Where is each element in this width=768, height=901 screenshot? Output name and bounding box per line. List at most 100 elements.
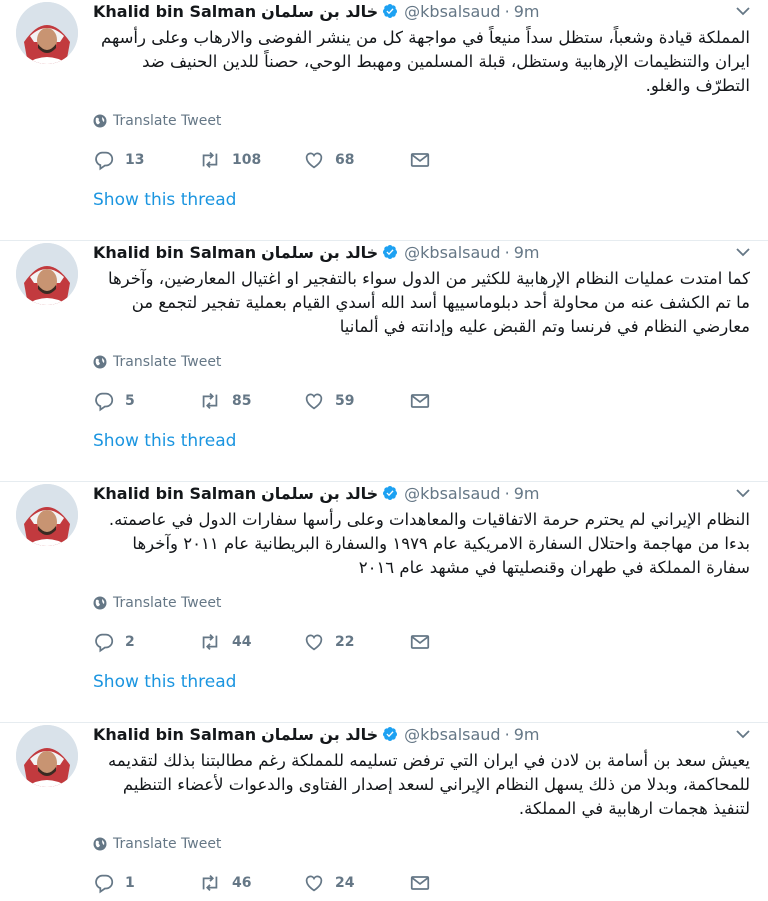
direct-message-icon — [410, 876, 430, 890]
like-icon — [305, 875, 323, 892]
avatar-image — [16, 725, 78, 787]
chevron-down-icon[interactable] — [736, 6, 750, 16]
retweet-button[interactable]: 44 — [198, 631, 251, 653]
retweet-icon — [202, 634, 218, 650]
like-button[interactable]: 68 — [303, 149, 354, 171]
timestamp[interactable]: 9m — [514, 2, 540, 21]
tweet[interactable]: Khalid bin Salman خالد بن سلمان @kbsalsa… — [0, 482, 768, 723]
tweet-text: يعيش سعد بن أسامة بن لادن في ايران التي … — [107, 751, 750, 818]
verified-badge-icon — [383, 727, 398, 741]
translate-tweet-label[interactable]: Translate Tweet — [113, 836, 221, 852]
chevron-down-icon[interactable] — [736, 488, 750, 498]
retweet-button[interactable]: 108 — [198, 149, 261, 171]
globe-icon — [93, 355, 107, 369]
like-icon — [305, 152, 323, 169]
like-icon — [305, 634, 323, 651]
direct-message-icon — [410, 635, 430, 649]
reply-count: 5 — [125, 393, 135, 409]
tweet-header: Khalid bin Salman خالد بن سلمان @kbsalsa… — [93, 241, 539, 263]
reply-button[interactable]: 2 — [93, 631, 135, 653]
globe-icon — [93, 837, 107, 851]
direct-message-button[interactable] — [409, 149, 441, 171]
separator-dot: · — [504, 724, 510, 744]
tweet-header: Khalid bin Salman خالد بن سلمان @kbsalsa… — [93, 0, 539, 22]
like-button[interactable]: 22 — [303, 631, 354, 653]
display-name-arabic[interactable]: خالد بن سلمان — [261, 243, 378, 262]
show-thread-link[interactable]: Show this thread — [93, 431, 236, 451]
like-button[interactable]: 59 — [303, 390, 354, 412]
retweet-icon — [202, 393, 218, 409]
tweet-text: المملكة قيادة وشعباً، ستظل سداً منيعاً ف… — [100, 28, 750, 95]
retweet-button[interactable]: 85 — [198, 390, 251, 412]
reply-count: 13 — [125, 152, 145, 168]
reply-icon — [95, 392, 114, 412]
tweet-actions: 5 85 59 — [93, 390, 453, 414]
user-handle[interactable]: @kbsalsaud — [404, 484, 500, 503]
display-name-arabic[interactable]: خالد بن سلمان — [261, 484, 378, 503]
translate-tweet-label[interactable]: Translate Tweet — [113, 354, 221, 370]
avatar-image — [16, 2, 78, 64]
timestamp[interactable]: 9m — [514, 484, 540, 503]
display-name-arabic[interactable]: خالد بن سلمان — [261, 2, 378, 21]
direct-message-button[interactable] — [409, 872, 441, 894]
direct-message-button[interactable] — [409, 390, 441, 412]
direct-message-icon — [410, 153, 430, 167]
translate-tweet-link[interactable]: Translate Tweet — [93, 836, 221, 852]
reply-button[interactable]: 13 — [93, 149, 144, 171]
globe-icon — [93, 596, 107, 610]
separator-dot: · — [504, 242, 510, 262]
reply-icon — [95, 874, 114, 894]
tweet-actions: 1 46 24 — [93, 872, 453, 896]
retweet-button[interactable]: 46 — [198, 872, 251, 894]
like-button[interactable]: 24 — [303, 872, 354, 894]
reply-button[interactable]: 5 — [93, 390, 135, 412]
avatar[interactable] — [16, 725, 78, 787]
verified-badge-icon — [383, 245, 398, 259]
translate-tweet-link[interactable]: Translate Tweet — [93, 113, 221, 129]
retweet-count: 44 — [232, 634, 252, 650]
avatar[interactable] — [16, 2, 78, 64]
avatar[interactable] — [16, 484, 78, 546]
like-count: 22 — [335, 634, 355, 650]
verified-badge-icon — [383, 486, 398, 500]
tweet-header: Khalid bin Salman خالد بن سلمان @kbsalsa… — [93, 482, 539, 504]
user-handle[interactable]: @kbsalsaud — [404, 243, 500, 262]
display-name[interactable]: Khalid bin Salman — [93, 725, 256, 744]
display-name-arabic[interactable]: خالد بن سلمان — [261, 725, 378, 744]
display-name[interactable]: Khalid bin Salman — [93, 2, 256, 21]
translate-tweet-label[interactable]: Translate Tweet — [113, 595, 221, 611]
user-handle[interactable]: @kbsalsaud — [404, 725, 500, 744]
avatar[interactable] — [16, 243, 78, 305]
tweet[interactable]: Khalid bin Salman خالد بن سلمان @kbsalsa… — [0, 241, 768, 482]
chevron-down-icon[interactable] — [736, 729, 750, 739]
tweet[interactable]: Khalid bin Salman خالد بن سلمان @kbsalsa… — [0, 723, 768, 901]
timestamp[interactable]: 9m — [514, 243, 540, 262]
timestamp[interactable]: 9m — [514, 725, 540, 744]
user-handle[interactable]: @kbsalsaud — [404, 2, 500, 21]
translate-tweet-label[interactable]: Translate Tweet — [113, 113, 221, 129]
globe-icon — [93, 114, 107, 128]
translate-tweet-link[interactable]: Translate Tweet — [93, 354, 221, 370]
display-name[interactable]: Khalid bin Salman — [93, 243, 256, 262]
reply-count: 1 — [125, 875, 135, 891]
verified-badge-icon — [383, 4, 398, 18]
direct-message-button[interactable] — [409, 631, 441, 653]
tweet[interactable]: Khalid bin Salman خالد بن سلمان @kbsalsa… — [0, 0, 768, 241]
reply-count: 2 — [125, 634, 135, 650]
reply-icon — [95, 151, 114, 171]
translate-tweet-link[interactable]: Translate Tweet — [93, 595, 221, 611]
tweet-text: النظام الإيراني لم يحترم حرمة الاتفاقيات… — [108, 510, 750, 577]
retweet-count: 85 — [232, 393, 252, 409]
separator-dot: · — [504, 1, 510, 21]
tweet-header: Khalid bin Salman خالد بن سلمان @kbsalsa… — [93, 723, 539, 745]
show-thread-link[interactable]: Show this thread — [93, 672, 236, 692]
like-count: 59 — [335, 393, 355, 409]
like-icon — [305, 393, 323, 410]
retweet-icon — [202, 875, 218, 891]
chevron-down-icon[interactable] — [736, 247, 750, 257]
retweet-count: 108 — [232, 152, 262, 168]
reply-button[interactable]: 1 — [93, 872, 135, 894]
display-name[interactable]: Khalid bin Salman — [93, 484, 256, 503]
tweet-actions: 13 108 68 — [93, 149, 453, 173]
show-thread-link[interactable]: Show this thread — [93, 190, 236, 210]
